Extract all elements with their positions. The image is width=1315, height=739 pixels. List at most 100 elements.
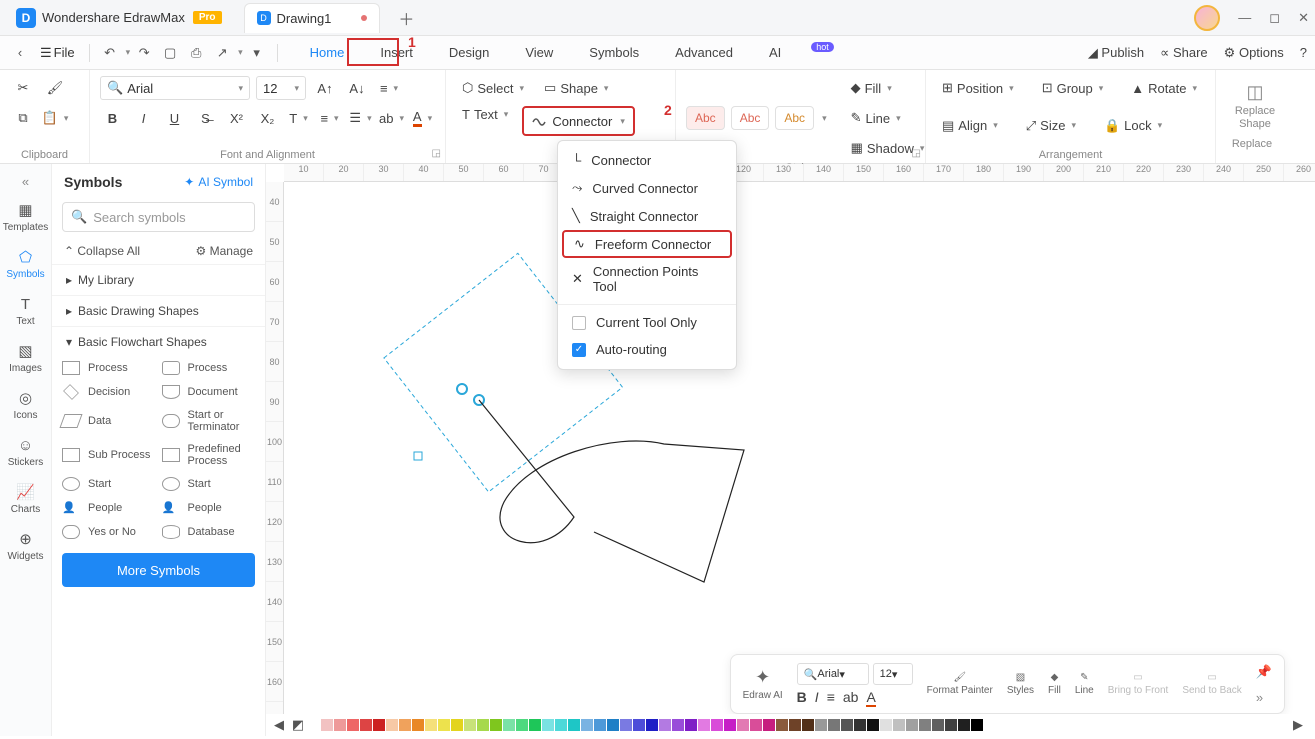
color-swatch[interactable] (503, 719, 515, 731)
color-swatch[interactable] (932, 719, 944, 731)
minimize-icon[interactable]: — (1238, 10, 1251, 25)
float-size-select[interactable]: 12 ▾ (873, 663, 913, 685)
leftbar-widgets[interactable]: ⊕Widgets (0, 523, 51, 568)
undo-icon[interactable]: ↶ (98, 41, 122, 65)
color-swatch[interactable] (958, 719, 970, 731)
text-tool-button[interactable]: T Text▾ (456, 102, 514, 126)
bold-icon[interactable]: B (100, 106, 125, 130)
color-swatch[interactable] (620, 719, 632, 731)
leftbar-text[interactable]: TText (0, 288, 51, 333)
freeform-path[interactable] (479, 400, 744, 582)
style-preset-1[interactable]: Abc (686, 106, 725, 130)
ai-symbol-button[interactable]: ✦ AI Symbol (184, 175, 253, 189)
color-swatch[interactable] (490, 719, 502, 731)
symbol-search-input[interactable]: 🔍 Search symbols (62, 202, 255, 232)
line-button[interactable]: ✎ Line▾ (845, 106, 931, 130)
leftbar-stickers[interactable]: ☺Stickers (0, 429, 51, 474)
leftbar-symbols[interactable]: ⬠Symbols (0, 241, 51, 286)
color-swatch[interactable] (971, 719, 983, 731)
float-color-icon[interactable]: A (866, 689, 875, 705)
align-button[interactable]: ▤ Align▾ (936, 114, 1004, 138)
collapse-all-button[interactable]: ⌃ Collapse All (64, 244, 140, 258)
color-swatch[interactable] (399, 719, 411, 731)
color-swatch[interactable] (919, 719, 931, 731)
selection-handle[interactable] (414, 452, 422, 460)
color-swatch[interactable] (763, 719, 775, 731)
shape-people[interactable]: 👤People (62, 501, 156, 515)
connector-tool-button[interactable]: Connector▾ (522, 106, 635, 136)
color-swatch[interactable] (360, 719, 372, 731)
dialog-launcher-icon[interactable]: ◲ (432, 148, 441, 159)
color-swatch[interactable] (386, 719, 398, 731)
color-swatch[interactable] (542, 719, 554, 731)
text-case-icon[interactable]: ab▾ (379, 106, 404, 130)
connector-item-points[interactable]: ✕Connection Points Tool (558, 258, 736, 300)
increase-font-icon[interactable]: A↑ (312, 76, 338, 100)
color-swatch[interactable] (945, 719, 957, 731)
help-icon[interactable]: ? (1300, 45, 1307, 60)
shape-predefined[interactable]: Predefined Process (162, 443, 256, 467)
export-icon[interactable]: ↗ (210, 41, 234, 65)
leftbar-templates[interactable]: ▦Templates (0, 194, 51, 239)
eyedropper-icon[interactable]: ◩ (289, 717, 307, 733)
color-swatch[interactable] (633, 719, 645, 731)
add-tab-button[interactable]: ＋ (394, 6, 418, 30)
font-size-select[interactable]: 12▾ (256, 76, 306, 100)
edraw-ai-button[interactable]: ✦Edraw AI (743, 667, 783, 701)
color-swatch[interactable] (412, 719, 424, 731)
shape-subprocess[interactable]: Sub Process (62, 443, 156, 467)
color-swatch[interactable] (334, 719, 346, 731)
expand-icon[interactable]: » (1256, 690, 1272, 705)
color-swatch[interactable] (451, 719, 463, 731)
shape-data[interactable]: Data (62, 409, 156, 433)
canvas[interactable] (284, 182, 1315, 736)
connector-endpoint[interactable] (457, 384, 467, 394)
more-icon[interactable]: ▾ (245, 41, 269, 65)
color-swatch[interactable] (776, 719, 788, 731)
float-format-painter[interactable]: 🖌Format Painter (927, 672, 993, 696)
color-swatch[interactable] (516, 719, 528, 731)
italic-icon[interactable]: I (131, 106, 156, 130)
float-fill[interactable]: ◆Fill (1048, 672, 1061, 696)
options-button[interactable]: ⚙ Options (1224, 45, 1284, 61)
color-swatch[interactable] (308, 719, 320, 731)
style-preset-2[interactable]: Abc (731, 106, 770, 130)
float-send-back[interactable]: ▭Send to Back (1182, 672, 1241, 696)
float-styles[interactable]: ▧Styles (1007, 672, 1034, 696)
color-swatch[interactable] (789, 719, 801, 731)
float-bold-icon[interactable]: B (797, 689, 807, 705)
position-button[interactable]: ⊞ Position▾ (936, 76, 1020, 100)
font-family-select[interactable]: 🔍 Arial▾ (100, 76, 250, 100)
color-swatch[interactable] (854, 719, 866, 731)
color-swatch[interactable] (373, 719, 385, 731)
color-swatch[interactable] (815, 719, 827, 731)
superscript-icon[interactable]: X² (224, 106, 249, 130)
float-italic-icon[interactable]: I (815, 689, 819, 705)
color-swatch[interactable] (737, 719, 749, 731)
tab-design[interactable]: Design (445, 41, 493, 64)
shape-start2[interactable]: Start (162, 477, 256, 491)
style-preset-3[interactable]: Abc (775, 106, 814, 130)
color-swatch[interactable] (750, 719, 762, 731)
copy-icon[interactable]: ⧉ (10, 106, 36, 130)
nav-back-icon[interactable]: ‹ (8, 41, 32, 65)
float-case-icon[interactable]: ab (843, 689, 859, 705)
shape-start[interactable]: Start (62, 477, 156, 491)
replace-shape-button[interactable]: ◫ Replace Shape (1226, 76, 1284, 136)
connector-item-freeform[interactable]: ∿Freeform Connector (562, 230, 732, 258)
shape-decision[interactable]: Decision (62, 385, 156, 399)
more-symbols-button[interactable]: More Symbols (62, 553, 255, 587)
color-swatch[interactable] (802, 719, 814, 731)
color-swatch[interactable] (425, 719, 437, 731)
file-menu-button[interactable]: ☰ File (34, 45, 81, 61)
color-swatch[interactable] (321, 719, 333, 731)
manage-button[interactable]: ⚙ Manage (196, 244, 253, 258)
format-painter-icon[interactable]: 🖌 (42, 76, 68, 100)
lock-button[interactable]: 🔒 Lock▾ (1098, 114, 1168, 138)
align-icon[interactable]: ≡▾ (376, 76, 402, 100)
color-swatch[interactable] (594, 719, 606, 731)
color-swatch[interactable] (906, 719, 918, 731)
float-line[interactable]: ✎Line (1075, 672, 1094, 696)
shape-people2[interactable]: 👤People (162, 501, 256, 515)
color-swatch[interactable] (607, 719, 619, 731)
